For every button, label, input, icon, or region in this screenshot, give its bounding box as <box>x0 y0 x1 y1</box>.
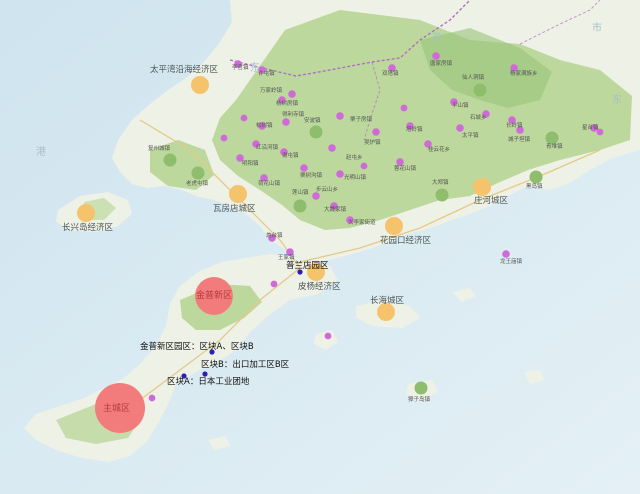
village-label: 蓉花山镇 <box>394 166 417 172</box>
village-dot[interactable] <box>396 158 404 166</box>
zone-label: 花园口经济区 <box>380 236 432 246</box>
village-label: 星台镇 <box>582 125 599 131</box>
basemap <box>0 0 640 494</box>
town-circle[interactable] <box>309 125 323 139</box>
village-dot[interactable] <box>328 144 336 152</box>
village-label: 长岭镇 <box>506 123 523 129</box>
town-circle[interactable] <box>473 83 487 97</box>
park-label: 区块A：日本工业团地 <box>167 377 250 387</box>
village-label: 炮台镇 <box>266 233 283 239</box>
town-label: 大郑镇 <box>432 180 449 186</box>
town-circle[interactable] <box>545 131 559 145</box>
zone-label: 皮杨经济区 <box>298 282 341 292</box>
zone-label: 长海城区 <box>370 296 405 306</box>
zone-label: 庄河城区 <box>474 196 509 206</box>
zone-label: 主城区 <box>103 404 131 414</box>
park-label: 金普新区园区：区块A、区块B <box>140 342 254 352</box>
village-dot[interactable] <box>336 170 344 178</box>
village-label: 李官镇 <box>232 65 249 71</box>
village-dot[interactable] <box>432 52 440 60</box>
zone-label: 瓦房店城区 <box>213 204 256 214</box>
zone-label: 长兴岛经济区 <box>62 223 114 233</box>
village-label: 唐家房镇 <box>430 61 453 67</box>
village-dot[interactable] <box>372 128 380 136</box>
town-label: 老虎屯镇 <box>186 181 209 187</box>
village-label: 许屯镇 <box>258 71 275 77</box>
village-dot[interactable] <box>240 114 248 122</box>
town-label: 安波镇 <box>304 118 321 124</box>
village-label: 谢屯镇 <box>282 153 299 159</box>
town-label: 复州城镇 <box>148 146 171 152</box>
village-label: 红沿河镇 <box>256 145 279 151</box>
development-zone-circle[interactable] <box>191 76 209 94</box>
village-dot[interactable] <box>324 332 332 340</box>
village-dot[interactable] <box>502 250 510 258</box>
basemap-label: 东 <box>612 95 622 106</box>
town-label: 青堆镇 <box>546 144 563 150</box>
development-zone-circle[interactable] <box>229 185 247 203</box>
village-dot[interactable] <box>400 104 408 112</box>
development-zone-circle[interactable] <box>77 204 95 222</box>
town-label: 獐子岛镇 <box>408 397 431 403</box>
development-zone-circle[interactable] <box>473 178 491 196</box>
town-label: 仙人洞镇 <box>462 75 485 81</box>
village-label: 松树镇 <box>256 123 273 129</box>
map-canvas[interactable]: 太平湾沿海经济区 长兴岛经济区 瓦房店城区 庄河城区 花园口经济区 皮杨经济区 长海城区 金普… <box>0 0 640 494</box>
village-dot[interactable] <box>220 134 228 142</box>
town-circle[interactable] <box>191 166 205 180</box>
village-label: 城子坦镇 <box>508 137 531 143</box>
town-label: 黑岛镇 <box>526 184 543 190</box>
zone-label: 金普新区 <box>196 291 233 301</box>
village-label: 万家岭镇 <box>260 88 283 94</box>
village-label: 栗树沟镇 <box>300 173 323 179</box>
village-label: 大魏家镇 <box>324 207 347 213</box>
basemap-label: 港 <box>36 147 46 158</box>
basemap-label: 丹 <box>432 33 442 44</box>
village-dot[interactable] <box>148 394 156 402</box>
village-label: 栗子房镇 <box>350 117 373 123</box>
village-label: 得利寺镇 <box>282 112 305 118</box>
village-label: 大李家街道 <box>348 220 376 226</box>
village-label: 太平镇 <box>462 133 479 139</box>
town-circle[interactable] <box>163 153 177 167</box>
village-dot[interactable] <box>288 90 296 98</box>
village-label: 平山镇 <box>452 103 469 109</box>
zone-label: 太平湾沿海经济区 <box>150 65 219 75</box>
town-label: 莲山镇 <box>292 190 309 196</box>
village-label: 光明山镇 <box>344 175 367 181</box>
town-circle[interactable] <box>435 188 449 202</box>
development-zone-circle[interactable] <box>385 217 403 235</box>
town-circle[interactable] <box>414 381 428 395</box>
village-label: 桂云花乡 <box>428 147 451 153</box>
village-label: 赵屯乡 <box>346 155 363 161</box>
park-label: 区块B：出口加工区B区 <box>201 360 290 370</box>
village-dot[interactable] <box>336 112 344 120</box>
village-dot[interactable] <box>282 118 290 126</box>
basemap-label: 市 <box>592 23 602 34</box>
basemap-label: 东 <box>250 63 260 74</box>
park-marker[interactable] <box>202 371 208 377</box>
village-label: 石城乡 <box>470 115 487 121</box>
village-dot[interactable] <box>300 164 308 172</box>
village-label: 塔岭镇 <box>406 127 423 133</box>
village-dot[interactable] <box>456 124 464 132</box>
village-label: 吴炉镇 <box>364 140 381 146</box>
village-label: 杨树房镇 <box>276 101 299 107</box>
village-dot[interactable] <box>360 162 368 170</box>
village-label: 荷花山镇 <box>258 181 281 187</box>
village-label: 龙王庙镇 <box>500 259 523 265</box>
village-label: 杨家满族乡 <box>510 71 538 77</box>
village-label: 步云山乡 <box>316 187 339 193</box>
park-label: 普兰店园区 <box>286 261 329 271</box>
town-circle[interactable] <box>529 170 543 184</box>
town-circle[interactable] <box>293 199 307 213</box>
village-dot[interactable] <box>270 280 278 288</box>
village-label: 明阳镇 <box>242 161 259 167</box>
village-label: 双塔镇 <box>382 71 399 77</box>
